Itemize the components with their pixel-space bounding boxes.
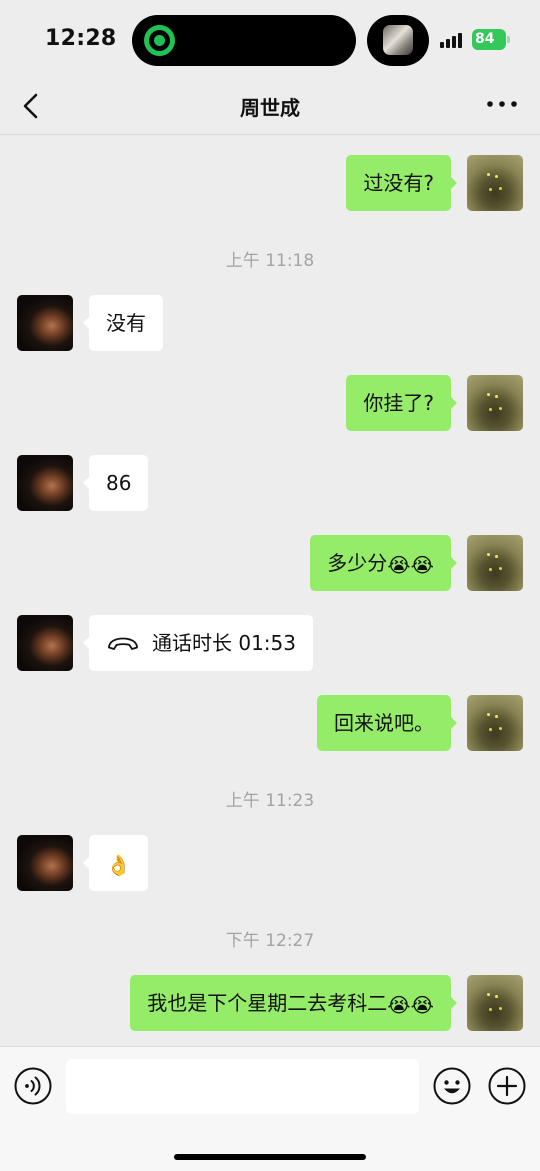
- message-bubble[interactable]: 没有: [83, 295, 163, 351]
- message-row-outgoing: 过没有?: [0, 155, 540, 211]
- input-bar: [0, 1046, 540, 1171]
- message-row-incoming: 没有: [0, 295, 540, 351]
- voice-icon[interactable]: [14, 1067, 52, 1105]
- signal-icon: [440, 31, 464, 48]
- status-bar: 12:28 84: [0, 0, 540, 82]
- message-text: 回来说吧。: [334, 711, 434, 735]
- call-record-bubble[interactable]: 通话时长 01:53: [83, 615, 313, 671]
- contact-avatar[interactable]: [17, 835, 73, 891]
- screen-recording-icon: [144, 25, 175, 56]
- plus-icon[interactable]: [488, 1067, 526, 1105]
- message-row-outgoing: 多少分😭😭: [0, 535, 540, 591]
- dynamic-island[interactable]: [132, 15, 356, 66]
- contact-avatar[interactable]: [17, 295, 73, 351]
- message-timestamp: 上午 11:18: [225, 251, 315, 271]
- message-list[interactable]: 过没有? 上午 11:18 没有 你挂了? 86 多少分😭😭 通话时长 01:5…: [0, 136, 540, 1046]
- now-playing-indicator[interactable]: [367, 15, 429, 66]
- contact-avatar[interactable]: [17, 615, 73, 671]
- phone-hangup-icon: [108, 637, 138, 650]
- message-bubble[interactable]: 多少分😭😭: [310, 535, 457, 591]
- my-avatar[interactable]: [467, 155, 523, 211]
- message-row-incoming: 86: [0, 455, 540, 511]
- my-avatar[interactable]: [467, 975, 523, 1031]
- message-row-outgoing: 我也是下个星期二去考科二😭😭: [0, 975, 540, 1031]
- message-row-incoming: 👌: [0, 835, 540, 891]
- nav-bar: 周世成: [0, 82, 540, 135]
- contact-avatar[interactable]: [17, 455, 73, 511]
- battery-level: 84: [475, 31, 495, 47]
- message-bubble[interactable]: 你挂了?: [346, 375, 457, 431]
- message-bubble[interactable]: 回来说吧。: [317, 695, 457, 751]
- crying-laughing-emoji: 😭😭: [387, 553, 434, 577]
- my-avatar[interactable]: [467, 535, 523, 591]
- emoji-icon[interactable]: [433, 1067, 471, 1105]
- message-bubble[interactable]: 过没有?: [346, 155, 457, 211]
- status-time: 12:28: [45, 26, 117, 51]
- chat-title: 周世成: [240, 96, 300, 120]
- call-duration-text: 通话时长 01:53: [152, 631, 296, 655]
- more-icon[interactable]: [484, 92, 520, 116]
- ok-hand-emoji: 👌: [106, 853, 131, 877]
- crying-laughing-emoji: 😭😭: [387, 993, 434, 1017]
- message-text: 没有: [106, 311, 146, 335]
- message-timestamp: 下午 12:27: [225, 931, 315, 951]
- message-text: 过没有?: [363, 171, 434, 195]
- now-playing-thumbnail: [383, 25, 413, 55]
- my-avatar[interactable]: [467, 695, 523, 751]
- message-bubble[interactable]: 👌: [83, 835, 148, 891]
- message-timestamp: 上午 11:23: [225, 791, 315, 811]
- my-avatar[interactable]: [467, 375, 523, 431]
- battery-charging-icon: 84: [472, 29, 510, 50]
- message-text: 我也是下个星期二去考科二: [147, 991, 388, 1015]
- message-text: 86: [106, 471, 132, 495]
- home-indicator[interactable]: [174, 1154, 366, 1160]
- message-bubble[interactable]: 我也是下个星期二去考科二😭😭: [130, 975, 457, 1031]
- message-row-outgoing: 你挂了?: [0, 375, 540, 431]
- message-text: 多少分: [327, 551, 388, 575]
- message-bubble[interactable]: 86: [82, 455, 149, 511]
- message-text: 你挂了?: [363, 391, 434, 415]
- message-row-incoming: 通话时长 01:53: [0, 615, 540, 671]
- message-input[interactable]: [66, 1059, 419, 1114]
- message-row-outgoing: 回来说吧。: [0, 695, 540, 751]
